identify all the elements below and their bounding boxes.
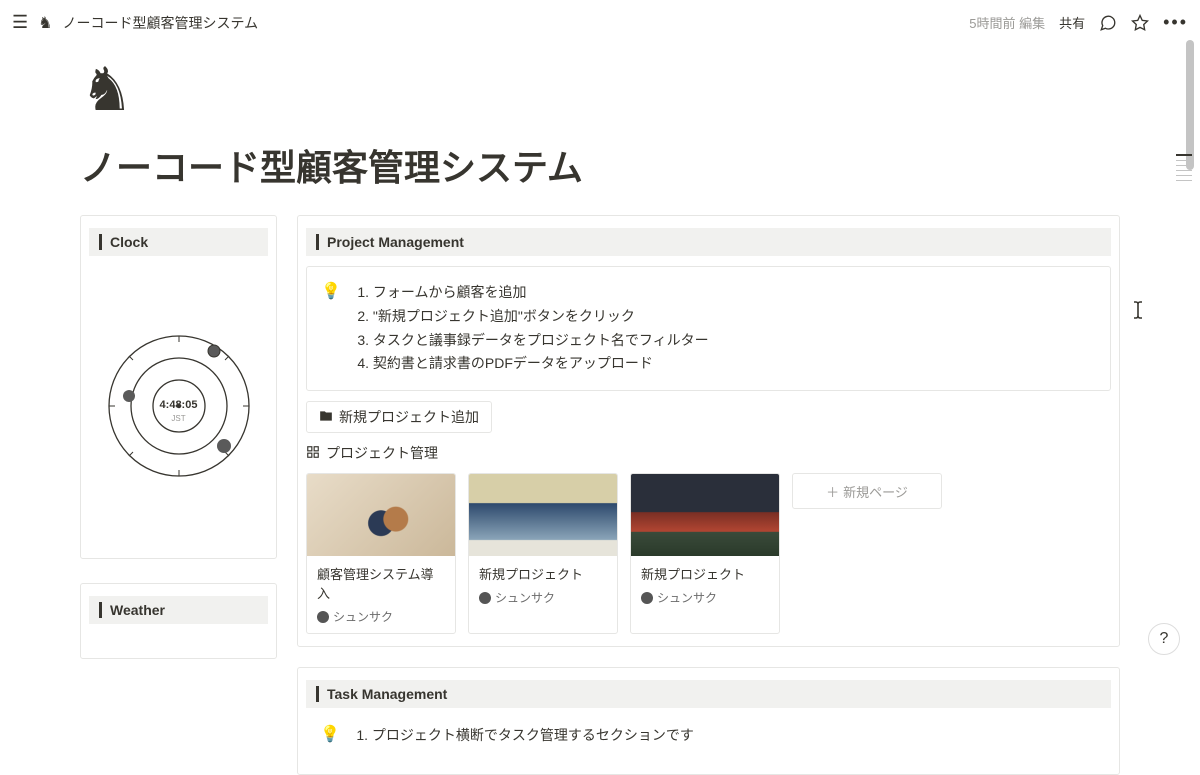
project-card-title: 新規プロジェクト — [641, 564, 769, 583]
comment-icon[interactable] — [1099, 14, 1117, 32]
pm-step-1: フォームから顧客を追加 — [373, 281, 709, 305]
clock-time: 4:48:05 — [160, 399, 198, 411]
project-card-author: シュンサク — [657, 589, 717, 606]
page-title[interactable]: ノーコード型顧客管理システム — [80, 139, 1120, 191]
scrollbar-track[interactable] — [1182, 40, 1196, 655]
pm-step-2: "新規プロジェクト追加"ボタンをクリック — [373, 305, 709, 329]
project-management-header: Project Management — [306, 228, 1111, 256]
project-management-block: Project Management 💡 フォームから顧客を追加 "新規プロジェ… — [297, 215, 1120, 647]
clock-header: Clock — [89, 228, 268, 256]
project-management-callout: 💡 フォームから顧客を追加 "新規プロジェクト追加"ボタンをクリック タスクと議… — [306, 266, 1111, 391]
clock-timezone: JST — [171, 414, 185, 423]
task-management-header: Task Management — [306, 680, 1111, 708]
lightbulb-icon: 💡 — [320, 724, 340, 748]
page-icon-small: ♞ — [38, 13, 52, 33]
weather-block: Weather — [80, 583, 277, 659]
breadcrumb[interactable]: ノーコード型顧客管理システム — [62, 13, 258, 33]
avatar-icon — [479, 592, 491, 604]
new-page-button[interactable]: ＋ 新規ページ — [792, 473, 942, 509]
menu-toggle-icon[interactable]: ☰ — [12, 12, 28, 33]
plus-icon: ＋ — [826, 482, 839, 501]
project-manage-link[interactable]: プロジェクト管理 — [306, 443, 1119, 463]
project-card-title: 新規プロジェクト — [479, 564, 607, 583]
lightbulb-icon: 💡 — [321, 281, 341, 376]
text-cursor-icon — [1130, 300, 1146, 325]
project-card[interactable]: 顧客管理システム導入 シュンサク — [306, 473, 456, 634]
page-icon[interactable]: ♞ — [80, 55, 1120, 125]
avatar-icon — [641, 592, 653, 604]
last-edited-timestamp: 5時間前 編集 — [969, 13, 1045, 32]
project-manage-label: プロジェクト管理 — [326, 443, 438, 463]
weather-header: Weather — [89, 596, 268, 624]
topbar: ☰ ♞ ノーコード型顧客管理システム 5時間前 編集 共有 ••• — [0, 0, 1200, 45]
share-button[interactable]: 共有 — [1059, 13, 1085, 32]
project-card-title: 顧客管理システム導入 — [317, 564, 445, 602]
pm-step-3: タスクと議事録データをプロジェクト名でフィルター — [373, 329, 709, 353]
more-icon[interactable]: ••• — [1163, 12, 1188, 33]
task-management-callout: 💡 プロジェクト横断でタスク管理するセクションです — [306, 718, 1111, 762]
new-page-label: 新規ページ — [843, 482, 908, 501]
pm-step-4: 契約書と請求書のPDFデータをアップロード — [373, 352, 709, 376]
help-button[interactable]: ? — [1148, 623, 1180, 655]
grid-icon — [306, 445, 320, 462]
favorite-icon[interactable] — [1131, 14, 1149, 32]
outline-minimap[interactable] — [1176, 150, 1192, 185]
avatar-icon — [317, 611, 329, 623]
folder-icon — [319, 409, 333, 426]
project-card[interactable]: 新規プロジェクト シュンサク — [468, 473, 618, 634]
project-card-author: シュンサク — [495, 589, 555, 606]
project-card-cover — [469, 474, 617, 556]
project-card-author: シュンサク — [333, 608, 393, 625]
add-project-label: 新規プロジェクト追加 — [339, 407, 479, 427]
tm-step-1: プロジェクト横断でタスク管理するセクションです — [372, 724, 694, 748]
add-project-button[interactable]: 新規プロジェクト追加 — [306, 401, 492, 433]
project-card[interactable]: 新規プロジェクト シュンサク — [630, 473, 780, 634]
project-card-cover — [307, 474, 455, 556]
task-management-block: Task Management 💡 プロジェクト横断でタスク管理するセクションで… — [297, 667, 1120, 775]
project-card-cover — [631, 474, 779, 556]
clock-widget: 4:48:05 JST — [81, 266, 276, 546]
clock-block: Clock — [80, 215, 277, 559]
help-icon: ? — [1160, 630, 1169, 648]
